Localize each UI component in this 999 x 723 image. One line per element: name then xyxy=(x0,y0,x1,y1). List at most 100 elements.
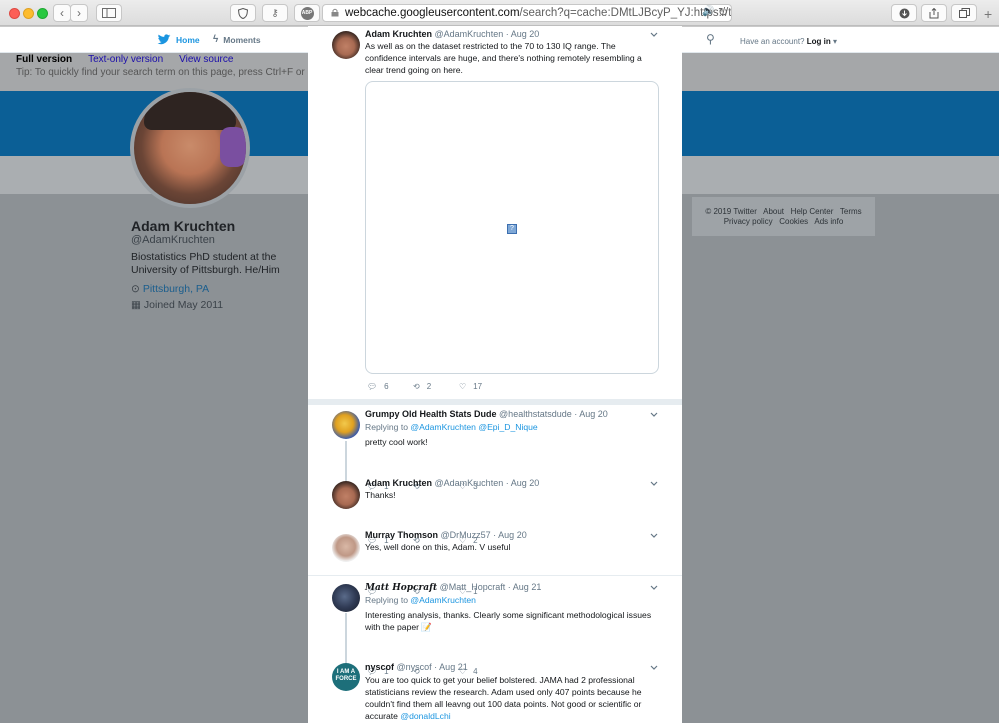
profile-handle: @AdamKruchten xyxy=(131,234,215,246)
tweet-header: Murray Thomson @DrMuzz57 · Aug 20 xyxy=(365,530,527,540)
close-icon: ✕ xyxy=(972,29,989,51)
avatar[interactable] xyxy=(332,534,360,562)
speaker-icon[interactable]: 🔊 xyxy=(702,6,714,17)
tweet-meta: @nyscof · Aug 21 xyxy=(396,662,468,672)
location-link[interactable]: Pittsburgh, PA xyxy=(143,283,209,295)
address-bar[interactable]: webcache.googleusercontent.com/search?q=… xyxy=(322,4,732,22)
tweet-author[interactable]: nyscof xyxy=(365,662,394,672)
tweet-author[interactable]: 𝑴𝒂𝒕𝒕 𝑯𝒐𝒑𝒄𝒓𝒂𝒇𝒕 xyxy=(365,583,437,593)
chevron-down-icon[interactable] xyxy=(650,32,658,38)
section-divider xyxy=(308,399,682,405)
tweet-author[interactable]: Murray Thomson xyxy=(365,530,438,540)
mention-link[interactable]: @donaldLchi xyxy=(400,711,450,721)
nav-home[interactable]: Home xyxy=(157,34,200,46)
footer-line-1[interactable]: © 2019 Twitter About Help Center Terms xyxy=(692,207,875,217)
avatar[interactable]: I AM A FORCE xyxy=(332,663,360,691)
tabs-overview-button[interactable] xyxy=(951,4,977,22)
have-account-text: Have an account? xyxy=(740,37,805,46)
downloads-button[interactable] xyxy=(891,4,917,22)
tweet-item[interactable]: Murray Thomson @DrMuzz57 · Aug 20 Yes, w… xyxy=(308,529,682,596)
tweet-text: pretty cool work! xyxy=(365,437,428,447)
retweet-count: 2 xyxy=(426,382,432,391)
key-icon: ⚷ xyxy=(271,7,279,19)
heart-icon: ♡ xyxy=(459,382,467,391)
tweet-text: As well as on the dataset restricted to … xyxy=(365,41,642,75)
tweet-image[interactable]: ? xyxy=(365,81,659,374)
back-button[interactable]: ‹ xyxy=(53,4,71,22)
chevron-down-icon[interactable] xyxy=(650,481,658,487)
text-only-link[interactable]: Text-only version xyxy=(88,54,163,65)
login-link[interactable]: Log in xyxy=(807,37,831,46)
tweet-item[interactable]: I AM A FORCE nyscof @nyscof · Aug 21 You… xyxy=(308,661,682,723)
privacy-shield-button[interactable] xyxy=(230,4,256,22)
nav-home-label: Home xyxy=(176,35,200,45)
avatar[interactable] xyxy=(332,411,360,439)
extension-button[interactable]: ⚷ xyxy=(262,4,288,22)
avatar[interactable] xyxy=(332,31,360,59)
new-tab-plus-icon[interactable]: + xyxy=(984,6,992,22)
tweet-item[interactable]: Grumpy Old Health Stats Dude @healthstat… xyxy=(308,406,682,491)
profile-avatar xyxy=(130,88,250,208)
reply-count: 6 xyxy=(384,382,389,391)
share-button[interactable] xyxy=(921,4,947,22)
profile-name: Adam Kruchten xyxy=(131,218,236,234)
avatar[interactable] xyxy=(332,481,360,509)
download-icon xyxy=(899,8,909,18)
profile-joined: ▦ Joined May 2011 xyxy=(131,299,223,311)
avatar[interactable] xyxy=(332,584,360,612)
browser-toolbar: ‹ › ⚷ ABP webcache.googleusercontent.com… xyxy=(0,0,999,26)
tweet-header: nyscof @nyscof · Aug 21 xyxy=(365,662,468,672)
tweet-author[interactable]: Adam Kruchten xyxy=(365,478,432,488)
tweet-author[interactable]: Adam Kruchten xyxy=(365,29,432,39)
tweet-item[interactable]: Adam Kruchten @AdamKruchten · Aug 20 As … xyxy=(308,26,682,399)
tweet-text-container: You are too quick to get your belief bol… xyxy=(365,674,655,722)
replying-to: Replying to @AdamKruchten xyxy=(365,595,476,605)
tweet-meta: @Matt_Hopcraft · Aug 21 xyxy=(439,582,542,592)
retweet-button[interactable]: ⟲ 2 xyxy=(413,382,459,391)
retweet-icon: ⟲ xyxy=(413,382,420,391)
footer-line-2[interactable]: Privacy policy Cookies Ads info xyxy=(692,217,875,227)
lightning-icon: ϟ xyxy=(213,34,219,45)
chevron-down-icon[interactable] xyxy=(650,585,658,591)
replying-label: Replying to xyxy=(365,422,408,432)
forward-button[interactable]: › xyxy=(70,4,88,22)
tweet-item[interactable]: 𝑴𝒂𝒕𝒕 𝑯𝒐𝒑𝒄𝒓𝒂𝒇𝒕 @Matt_Hopcraft · Aug 21 Re… xyxy=(308,581,682,676)
tweet-thread-modal: Adam Kruchten @AdamKruchten · Aug 20 As … xyxy=(308,26,682,723)
chevron-down-icon[interactable] xyxy=(650,533,658,539)
mention-link[interactable]: @AdamKruchten xyxy=(410,595,476,605)
tweet-actions: 💬︎ 6 ⟲ 2 ♡ 17 xyxy=(367,382,505,391)
tweet-meta: @AdamKruchten · Aug 20 xyxy=(434,478,540,488)
view-source-link[interactable]: View source xyxy=(179,54,233,65)
close-modal-button[interactable]: ✕ xyxy=(972,29,989,51)
adblock-extension-button[interactable]: ABP xyxy=(294,4,320,22)
zoom-window-button[interactable] xyxy=(37,8,48,19)
full-version-link[interactable]: Full version xyxy=(16,54,72,65)
tweet-text: Thanks! xyxy=(365,490,396,500)
twitter-bird-icon xyxy=(157,34,171,45)
lock-icon xyxy=(331,8,339,17)
chevron-down-icon[interactable] xyxy=(650,412,658,418)
close-window-button[interactable] xyxy=(9,8,20,19)
search-icon[interactable]: ⚲ xyxy=(706,32,715,46)
profile-bio: Biostatistics PhD student at the Univers… xyxy=(131,251,280,276)
reload-icon[interactable]: ↻ xyxy=(718,5,728,19)
reply-button[interactable]: 💬︎ 6 xyxy=(367,382,413,391)
like-count: 17 xyxy=(473,382,483,391)
minimize-window-button[interactable] xyxy=(23,8,34,19)
tweet-header: Adam Kruchten @AdamKruchten · Aug 20 xyxy=(365,478,539,488)
joined-text: Joined May 2011 xyxy=(143,299,224,311)
nav-moments[interactable]: ϟ Moments xyxy=(213,34,261,45)
sidebar-toggle-button[interactable] xyxy=(96,4,122,22)
reply-icon: 💬︎ xyxy=(367,382,378,391)
adblock-badge: ABP xyxy=(300,6,314,20)
tabs-icon xyxy=(958,8,970,18)
tweet-header: 𝑴𝒂𝒕𝒕 𝑯𝒐𝒑𝒄𝒓𝒂𝒇𝒕 @Matt_Hopcraft · Aug 21 xyxy=(365,582,541,593)
like-button[interactable]: ♡ 17 xyxy=(459,382,505,391)
tweet-author[interactable]: Grumpy Old Health Stats Dude xyxy=(365,409,497,419)
tweet-item[interactable]: Adam Kruchten @AdamKruchten · Aug 20 Tha… xyxy=(308,476,682,545)
mention-link[interactable]: @AdamKruchten @Epi_D_Nique xyxy=(410,422,537,432)
chevron-down-icon[interactable] xyxy=(650,665,658,671)
url-host: webcache.googleusercontent.com xyxy=(345,7,520,19)
twitter-footer: © 2019 Twitter About Help Center Terms P… xyxy=(692,197,875,236)
login-prompt: Have an account? Log in ▾ xyxy=(740,37,837,46)
